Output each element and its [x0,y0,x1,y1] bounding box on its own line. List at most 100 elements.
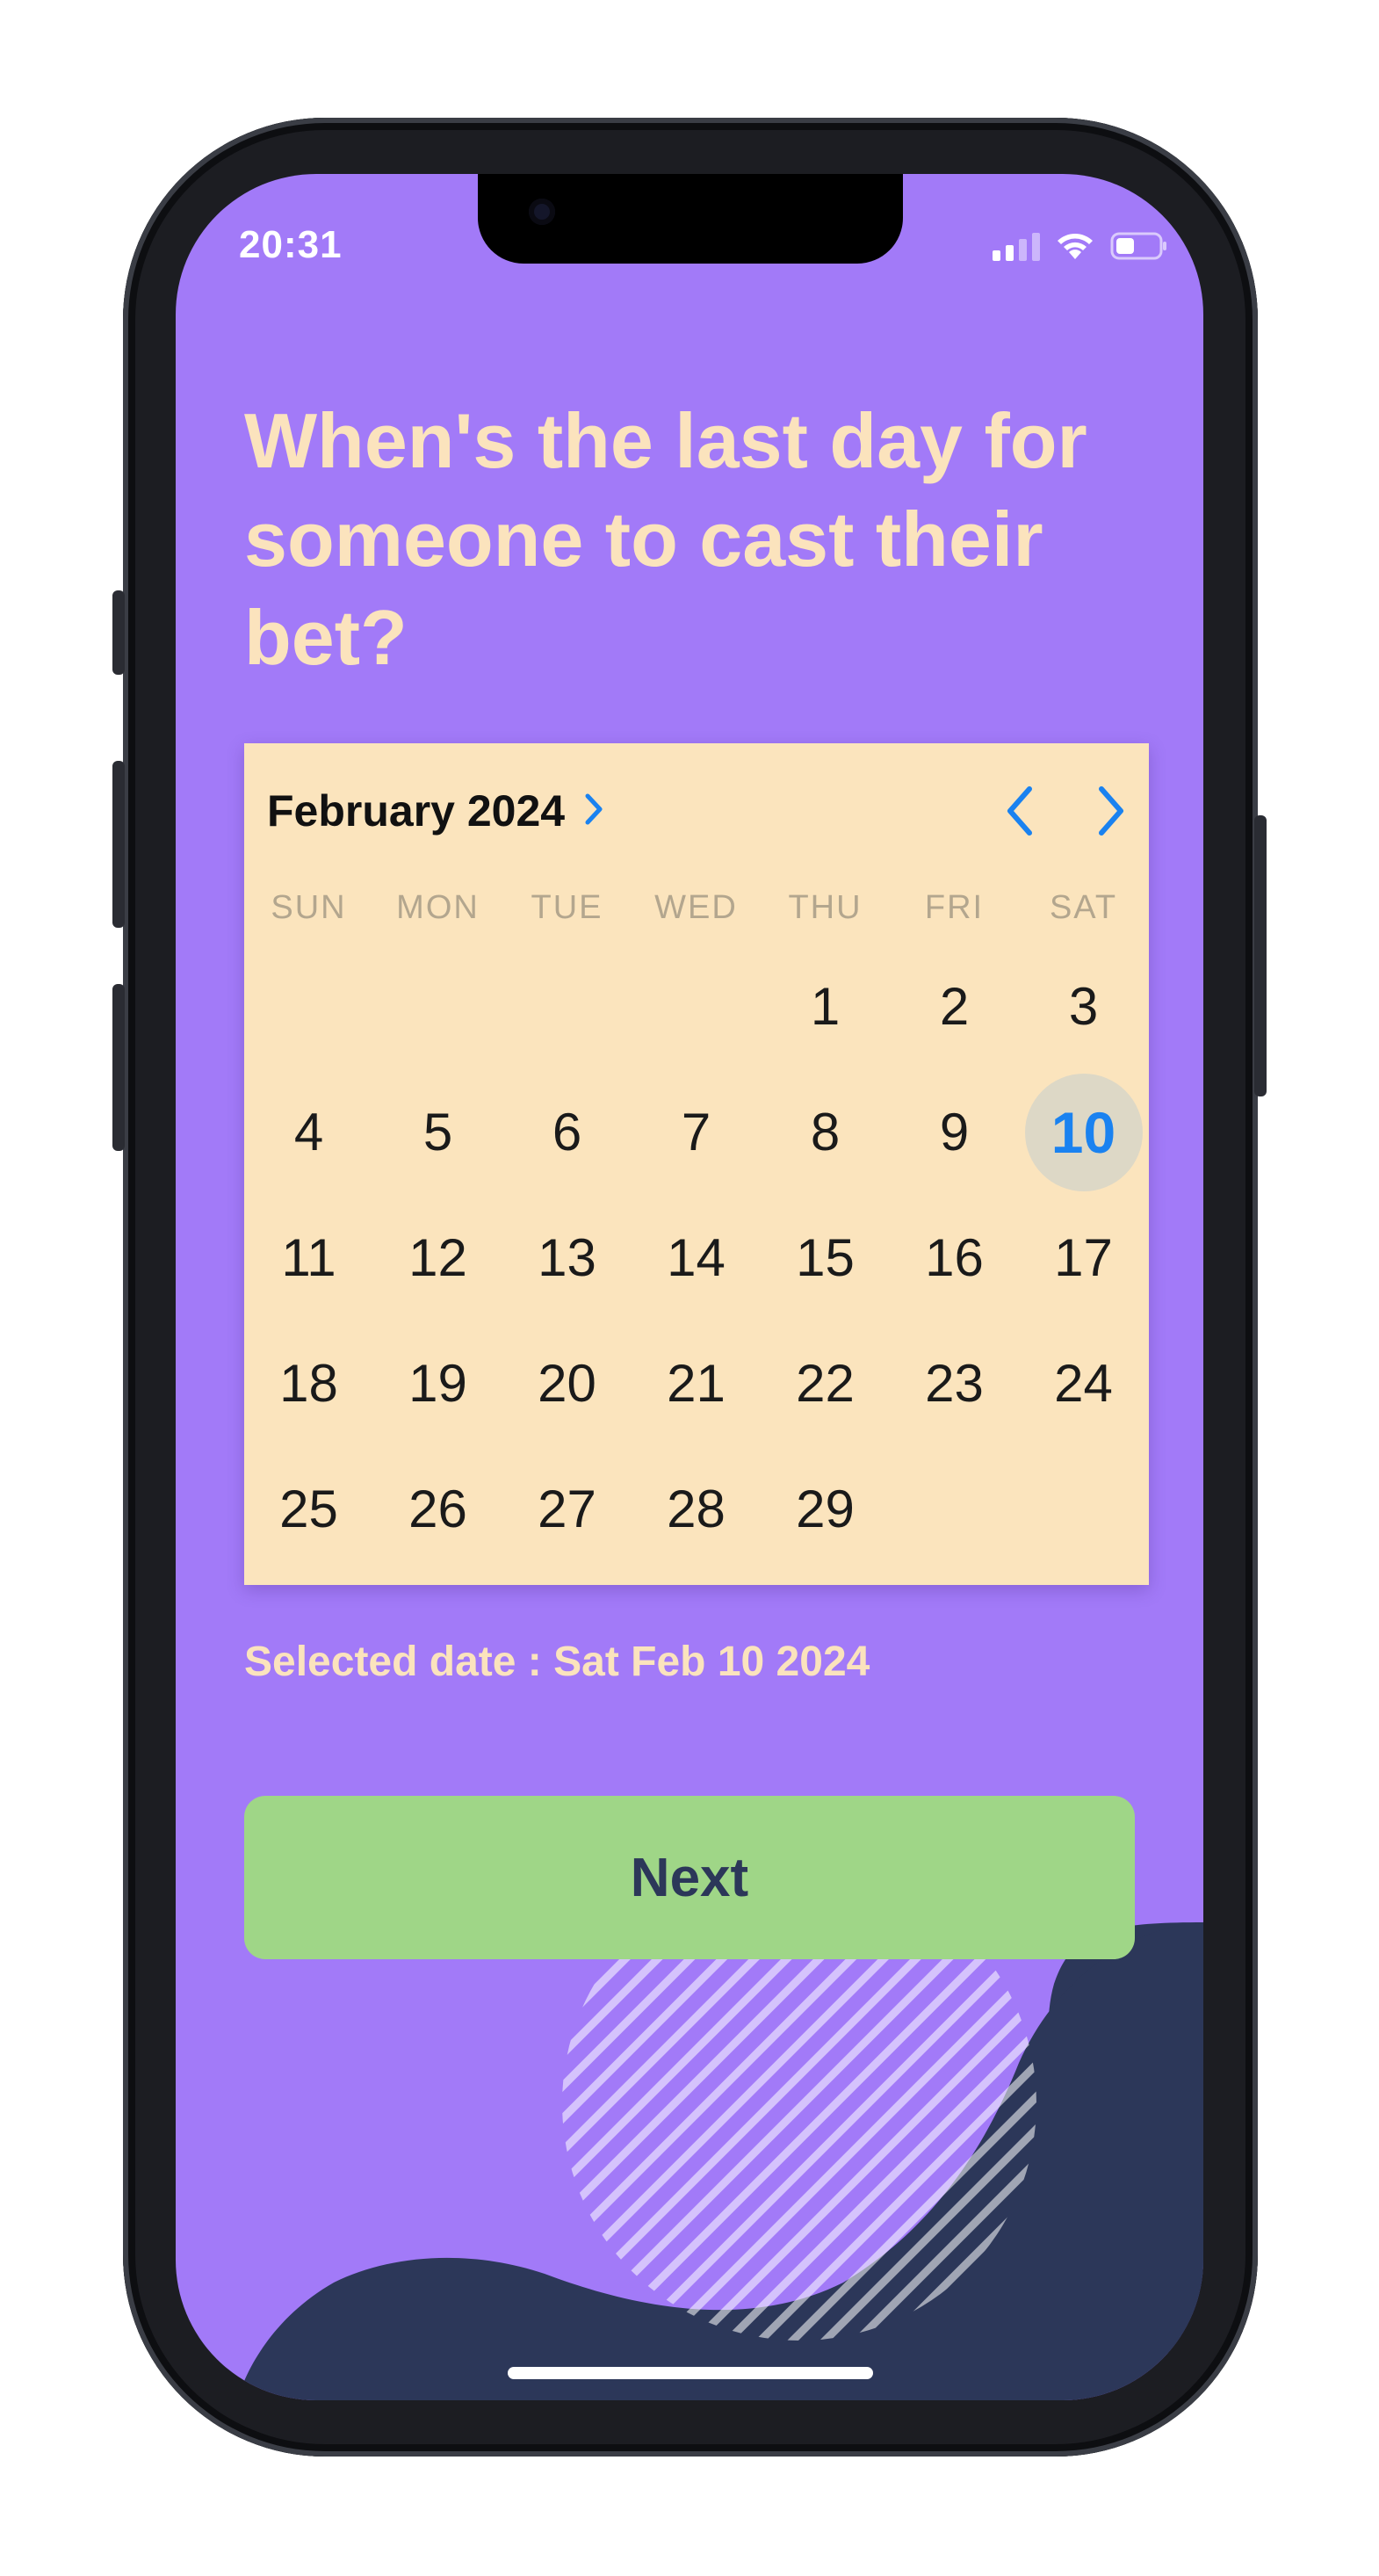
month-label: February 2024 [267,786,566,836]
selected-date-text: Selected date : Sat Feb 10 2024 [244,1639,870,1685]
calendar-empty-cell [632,944,761,1069]
calendar-day[interactable]: 2 [890,944,1019,1069]
weekday-label: MON [396,889,480,926]
calendar-day-number: 24 [1054,1354,1113,1413]
calendar-day[interactable]: 22 [761,1321,890,1446]
home-indicator[interactable] [508,2367,873,2379]
calendar-day[interactable]: 14 [632,1195,761,1321]
calendar-day[interactable]: 9 [890,1069,1019,1195]
calendar-empty-cell [1019,1446,1148,1572]
calendar-day[interactable]: 13 [502,1195,632,1321]
calendar-week-row: 1 2 3 [244,944,1149,1069]
camera-notch [478,174,903,264]
calendar-day-number: 17 [1054,1228,1113,1287]
calendar-day-number: 29 [796,1480,855,1538]
calendar-day-number: 9 [939,1103,970,1161]
calendar-day[interactable]: 7 [632,1069,761,1195]
calendar-week-row: 11 12 13 14 15 16 17 [244,1195,1149,1321]
next-button[interactable]: Next [244,1796,1135,1959]
calendar-empty-cell [890,1446,1019,1572]
calendar-day-number: 7 [681,1103,711,1161]
calendar-day-number: 25 [279,1480,338,1538]
calendar-empty-cell [373,944,502,1069]
calendar-empty-cell [502,944,632,1069]
calendar-empty-cell [244,944,373,1069]
calendar-day[interactable]: 19 [373,1321,502,1446]
calendar-day[interactable]: 27 [502,1446,632,1572]
calendar-day-number: 2 [939,977,970,1036]
calendar-week-row: 4 5 6 7 8 9 10 [244,1069,1149,1195]
date-picker-calendar: February 2024 SUN MON TUE WED THU FRI SA… [244,743,1149,1585]
weekday-label: SAT [1049,889,1118,926]
calendar-day[interactable]: 1 [761,944,890,1069]
calendar-day-number: 26 [408,1480,467,1538]
month-nav [1005,785,1126,841]
calendar-day-number: 10 [1050,1099,1116,1165]
wifi-icon [1056,231,1094,261]
calendar-day-number: 27 [538,1480,596,1538]
calendar-day[interactable]: 29 [761,1446,890,1572]
calendar-day[interactable]: 23 [890,1321,1019,1446]
calendar-day[interactable]: 4 [244,1069,373,1195]
volume-down-button [112,984,125,1151]
cellular-signal-icon [993,231,1040,261]
calendar-day[interactable]: 6 [502,1069,632,1195]
weekday-label: TUE [531,889,603,926]
calendar-day-number: 3 [1068,977,1099,1036]
mute-switch [112,590,125,675]
calendar-day-number: 28 [667,1480,726,1538]
calendar-week-row: 18 19 20 21 22 23 24 [244,1321,1149,1446]
calendar-day-number: 19 [408,1354,467,1413]
calendar-day-number: 22 [796,1354,855,1413]
weekday-header: SUN MON TUE WED THU FRI SAT [244,889,1149,927]
camera-icon [529,199,555,225]
calendar-day[interactable]: 17 [1019,1195,1148,1321]
calendar-day[interactable]: 21 [632,1321,761,1446]
calendar-day-number: 15 [796,1228,855,1287]
calendar-day-number: 4 [293,1103,324,1161]
calendar-day[interactable]: 3 [1019,944,1148,1069]
chevron-right-icon [584,792,603,830]
calendar-day-number: 23 [925,1354,984,1413]
power-button [1254,815,1267,1096]
calendar-day-number: 6 [552,1103,582,1161]
month-selector[interactable]: February 2024 [267,785,603,836]
volume-up-button [112,761,125,928]
calendar-day[interactable]: 5 [373,1069,502,1195]
app-screen: 20:31 When's the last day for someone to… [176,174,1203,2400]
calendar-day-number: 1 [810,977,841,1036]
calendar-day[interactable]: 16 [890,1195,1019,1321]
previous-month-button[interactable] [1005,785,1035,841]
calendar-day-number: 14 [667,1228,726,1287]
calendar-day[interactable]: 26 [373,1446,502,1572]
calendar-day[interactable]: 24 [1019,1321,1148,1446]
calendar-week-row: 25 26 27 28 29 [244,1446,1149,1572]
calendar-day-number: 21 [667,1354,726,1413]
battery-icon [1110,231,1168,261]
calendar-day-number: 13 [538,1228,596,1287]
calendar-day[interactable]: 11 [244,1195,373,1321]
calendar-day-number: 11 [281,1228,336,1287]
calendar-day[interactable]: 18 [244,1321,373,1446]
calendar-day-number: 16 [925,1228,984,1287]
weekday-label: THU [788,889,863,926]
calendar-day-number: 20 [538,1354,596,1413]
calendar-day-number: 8 [810,1103,841,1161]
calendar-day-number: 18 [279,1354,338,1413]
calendar-day[interactable]: 12 [373,1195,502,1321]
days-grid: 1 2 3 4 5 6 7 8 9 10 11 12 13 14 15 16 17 18 19 20 21 22 23 24 2… [244,944,1149,1572]
weekday-label: SUN [271,889,347,926]
next-month-button[interactable] [1096,785,1126,841]
calendar-day[interactable]: 8 [761,1069,890,1195]
calendar-day-selected[interactable]: 10 [1019,1069,1148,1195]
calendar-day[interactable]: 20 [502,1321,632,1446]
calendar-day[interactable]: 25 [244,1446,373,1572]
status-time: 20:31 [239,223,343,266]
weekday-label: WED [654,889,738,926]
calendar-day-number: 5 [422,1103,453,1161]
weekday-label: FRI [924,889,985,926]
status-icons [993,228,1168,264]
calendar-day[interactable]: 28 [632,1446,761,1572]
calendar-day[interactable]: 15 [761,1195,890,1321]
calendar-day-number: 12 [408,1228,467,1287]
